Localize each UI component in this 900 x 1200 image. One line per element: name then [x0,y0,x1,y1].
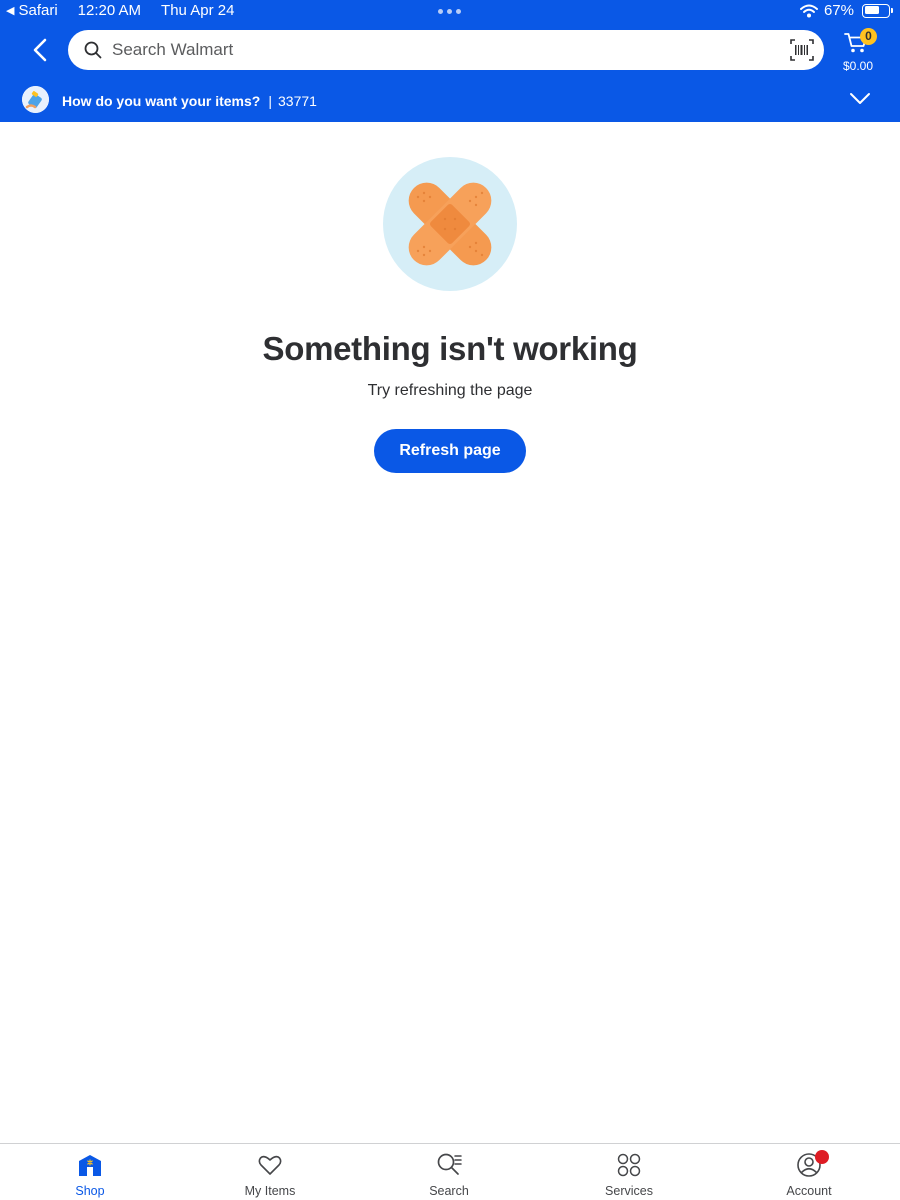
chevron-left-icon [33,38,47,62]
tab-shop[interactable]: Shop [40,1144,140,1200]
tab-my-items[interactable]: My Items [220,1144,320,1200]
cart-button[interactable]: 0 $0.00 [838,28,878,76]
error-title: Something isn't working [262,330,638,367]
error-subtitle: Try refreshing the page [367,382,533,399]
account-notification-badge [815,1150,829,1164]
search-input[interactable] [112,30,752,70]
battery-percent: 67% [823,2,854,19]
back-to-app-icon[interactable]: ◀ [6,4,14,17]
tab-services[interactable]: Services [579,1144,679,1200]
fulfillment-zip: 33771 [278,93,317,109]
status-date: Thu Apr 24 [161,2,235,19]
tab-shop-label: Shop [75,1184,105,1198]
chevron-down-icon[interactable] [849,92,871,106]
back-button[interactable] [26,34,54,66]
tab-account-label: Account [786,1184,832,1198]
status-right: 67% [799,2,893,19]
battery-fill [864,6,880,14]
store-icon [79,1155,101,1176]
status-bar: ◀ Safari 12:20 AM Thu Apr 24 67% [0,0,900,22]
search-icon [84,41,102,59]
tab-search[interactable]: Search [399,1144,499,1200]
fulfillment-question: How do you want your items? [62,93,261,109]
cart-total: $0.00 [842,59,874,73]
refresh-page-button[interactable]: Refresh page [374,429,526,473]
barcode-scan-icon[interactable] [790,39,814,61]
tab-services-label: Services [605,1184,653,1198]
search-list-icon [437,1153,462,1175]
status-left: ◀ Safari 12:20 AM Thu Apr 24 [6,2,234,19]
tab-account[interactable]: Account [759,1144,859,1200]
wifi-icon [799,4,818,17]
app-header: ◀ Safari 12:20 AM Thu Apr 24 67% Search … [0,0,900,122]
cart-count-badge: 0 [860,28,877,45]
multitasking-dots-icon[interactable] [438,9,461,14]
tab-search-label: Search [429,1184,469,1198]
search-bar[interactable] [68,30,824,70]
fulfillment-separator: | [268,93,272,109]
bottom-tab-bar: Shop My Items Search Services Account [0,1143,900,1200]
tab-my-items-label: My Items [244,1184,296,1198]
heart-icon [258,1155,282,1175]
fulfillment-intent-icon [22,86,49,113]
status-time: 12:20 AM [77,2,142,19]
back-app-label[interactable]: Safari [18,2,57,19]
fulfillment-selector[interactable]: How do you want your items? | 33771 [0,82,900,120]
battery-icon [862,3,893,18]
bandage-illustration-icon [383,157,517,291]
fulfillment-text: How do you want your items? | 33771 [62,93,317,109]
grid-circles-icon [617,1153,641,1177]
